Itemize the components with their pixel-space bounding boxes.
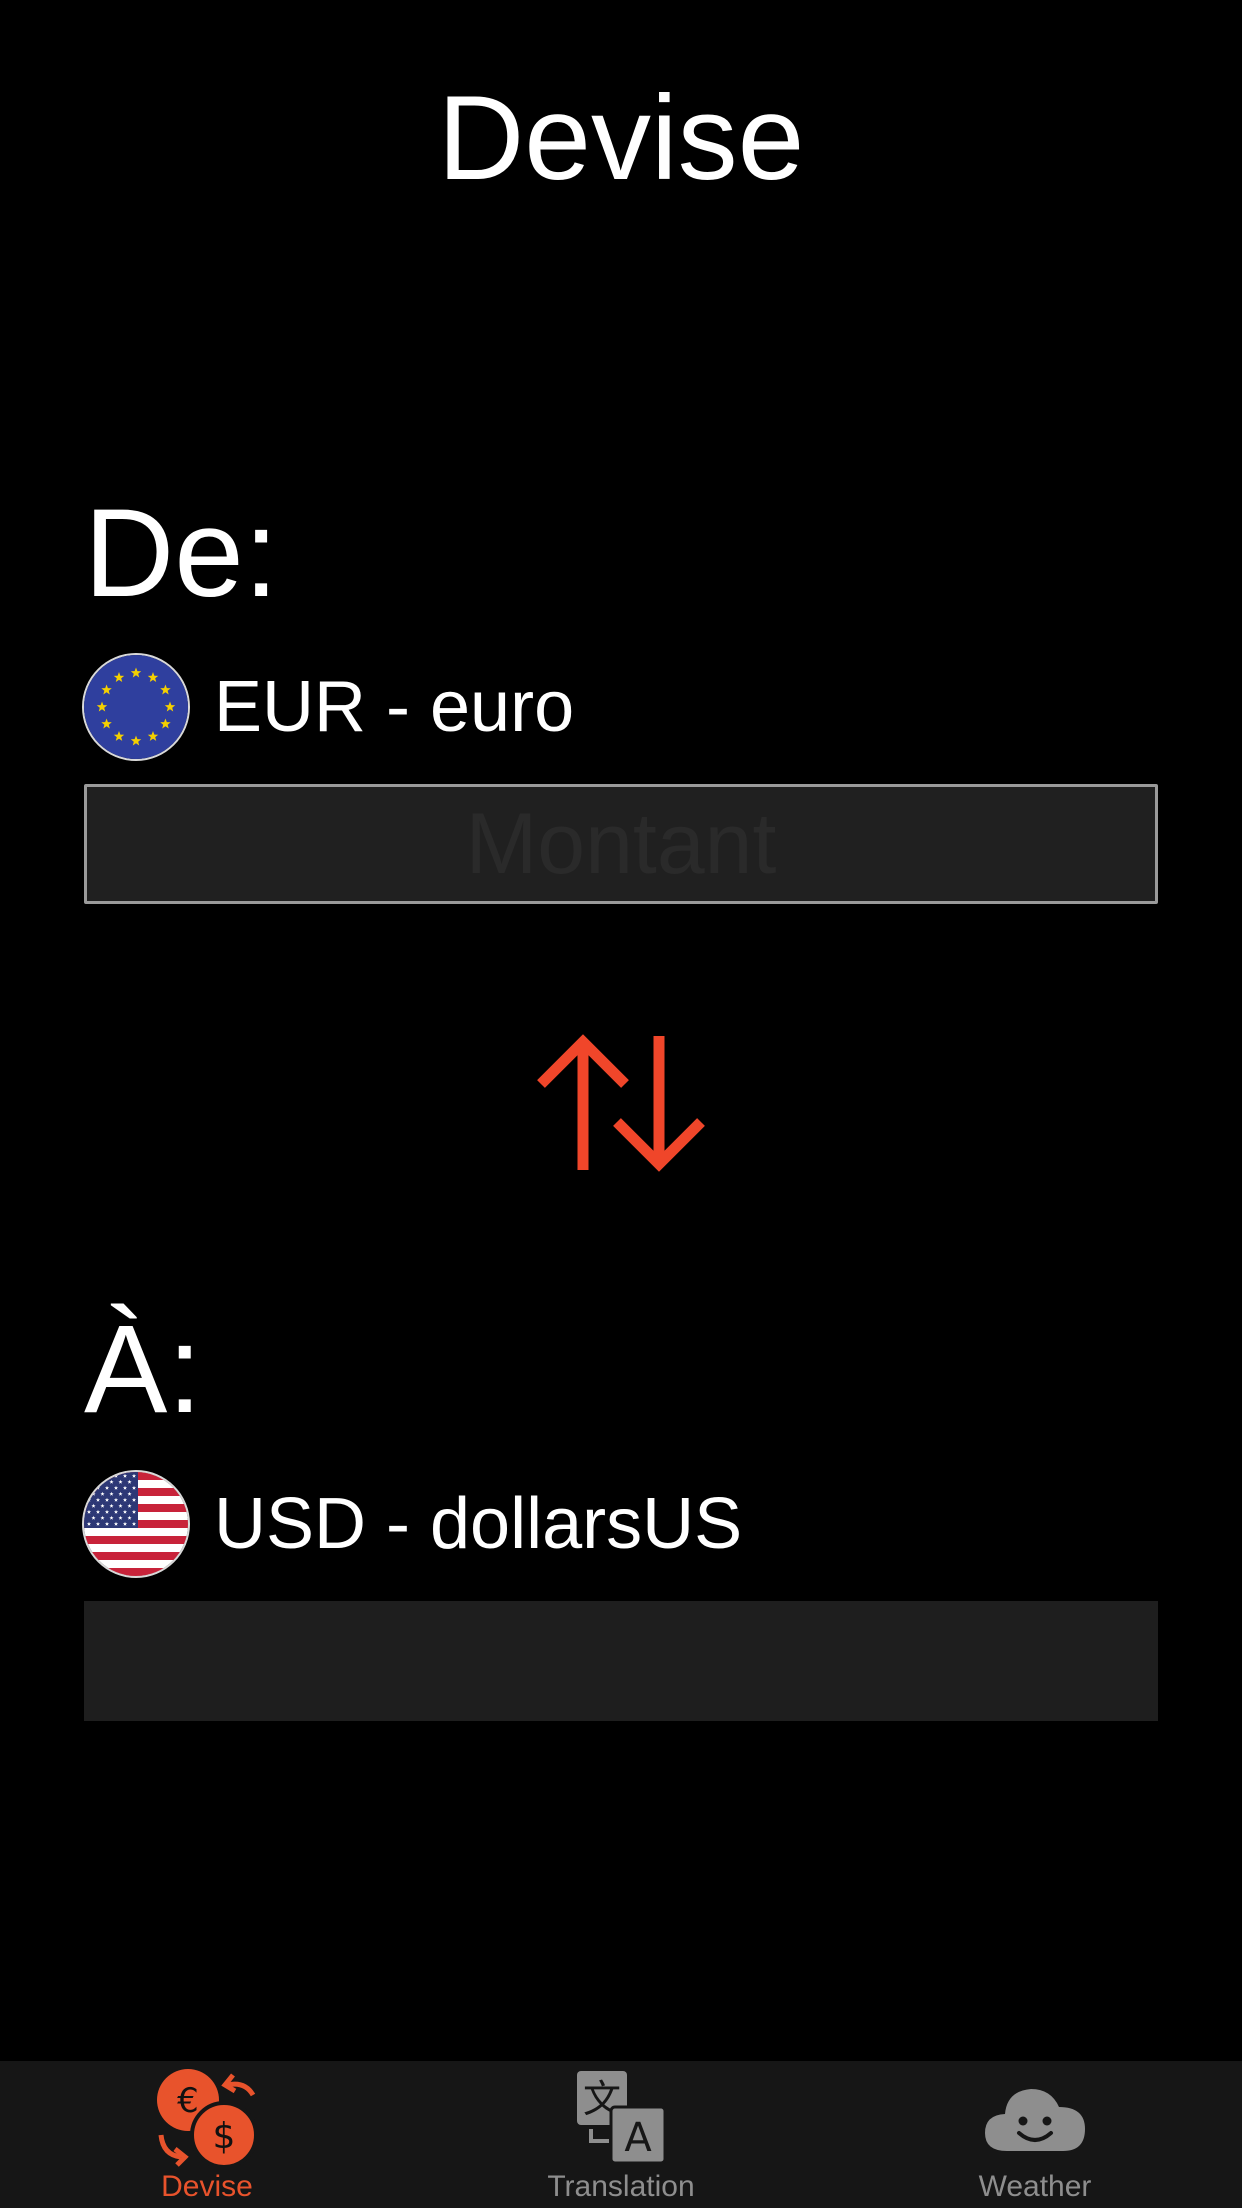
us-flag-icon: [84, 1472, 188, 1576]
from-label: De:: [84, 484, 279, 623]
swap-button[interactable]: [531, 1028, 711, 1178]
tab-label: Devise: [161, 2170, 253, 2203]
tab-weather[interactable]: Weather: [828, 2061, 1242, 2208]
tab-label: Translation: [547, 2170, 695, 2203]
svg-text:A: A: [624, 2115, 652, 2161]
tab-bar: € $ Devise 文 A Translation Weather: [0, 2061, 1242, 2208]
eu-flag-icon: [84, 655, 188, 759]
translate-icon: 文 A: [577, 2071, 667, 2165]
currency-exchange-icon: € $: [157, 2069, 257, 2167]
tab-devise[interactable]: € $ Devise: [0, 2061, 414, 2208]
amount-input[interactable]: [84, 784, 1158, 904]
cloud-smile-icon: [985, 2089, 1085, 2151]
page-title: Devise: [437, 71, 805, 205]
result-field: [84, 1601, 1158, 1721]
tab-translation[interactable]: 文 A Translation: [414, 2061, 828, 2208]
svg-text:$: $: [213, 2116, 236, 2157]
to-currency-selector[interactable]: USD - dollarsUS: [84, 1472, 742, 1576]
swap-arrows-icon: [537, 1034, 705, 1172]
svg-text:€: €: [177, 2081, 199, 2121]
to-currency-label: USD - dollarsUS: [214, 1484, 743, 1564]
to-label: À:: [84, 1300, 203, 1439]
from-currency-label: EUR - euro: [214, 667, 575, 747]
from-currency-selector[interactable]: EUR - euro: [84, 655, 574, 759]
tab-label: Weather: [978, 2170, 1092, 2203]
